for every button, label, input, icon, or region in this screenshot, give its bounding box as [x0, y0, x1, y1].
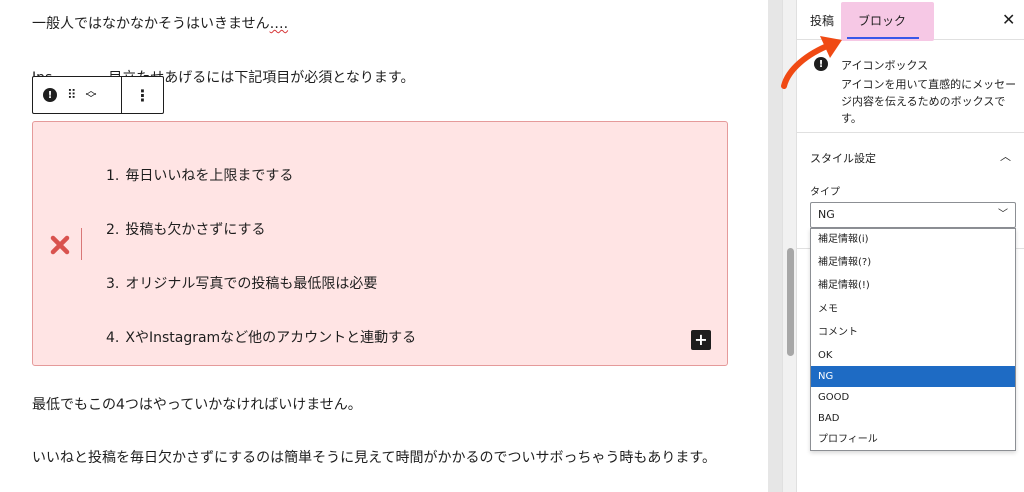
dropdown-option[interactable]: 補足情報(i) [811, 229, 1015, 250]
type-label: タイプ [810, 187, 840, 198]
toolbar-group-block: ! ⠿ ︿ ﹀ [33, 77, 122, 113]
more-options-button[interactable]: ⋮ [135, 86, 151, 105]
drag-handle-button[interactable]: ⠿ [67, 88, 76, 103]
editor-window: 一般人ではなかなかそうはいきません…. Ins 目立たせあげるには下記項目が必須… [0, 0, 1024, 492]
type-dropdown-list: 補足情報(i) 補足情報(?) 補足情報(!) メモ コメント OK NG GO… [810, 228, 1016, 451]
paragraph-3[interactable]: 最低でもこの4つはやっていかなければいけません。 [32, 398, 362, 412]
list-number: 3. [106, 276, 120, 292]
panel-divider [797, 132, 1024, 133]
annotation-arrow [781, 36, 842, 89]
paragraph-1-ellipsis: …. [269, 16, 289, 32]
paragraph-4[interactable]: いいねと投稿を毎日欠かさずにするのは簡単そうに見えて時間がかかるのでついサボっち… [32, 444, 732, 473]
editor-canvas: 一般人ではなかなかそうはいきません…. Ins 目立たせあげるには下記項目が必須… [0, 0, 768, 492]
dropdown-option[interactable]: 補足情報(?) [811, 252, 1015, 273]
paragraph-1[interactable]: 一般人ではなかなかそうはいきません…. [32, 17, 288, 31]
chevron-up-icon[interactable]: ︿ [1000, 148, 1011, 164]
block-card-title: アイコンボックス [841, 59, 929, 72]
list-number: 4. [106, 330, 120, 346]
cross-icon [50, 235, 70, 255]
drag-handle-icon: ⠿ [67, 87, 76, 103]
block-type-button[interactable]: ! [43, 88, 57, 102]
dropdown-option[interactable]: GOOD [811, 387, 1015, 408]
dropdown-option[interactable]: メモ [811, 299, 1015, 320]
list-number: 2. [106, 222, 120, 238]
active-tab-indicator [847, 37, 919, 39]
close-icon[interactable]: ✕ [1002, 10, 1015, 29]
type-select[interactable]: NG ﹀ [810, 202, 1016, 228]
style-panel-title[interactable]: スタイル設定 [810, 150, 876, 166]
list-text: 投稿も欠かさずにする [125, 222, 266, 238]
list-item[interactable]: 1. 毎日いいねを上限までする [106, 165, 293, 185]
tab-block[interactable]: ブロック [858, 12, 906, 29]
dropdown-option[interactable]: BAD [811, 408, 1015, 429]
list-item[interactable]: 2. 投稿も欠かさずにする [106, 219, 266, 239]
block-toolbar: ! ⠿ ︿ ﹀ ⋮ [32, 76, 164, 114]
list-item[interactable]: 3. オリジナル写真での投稿も最低限は必要 [106, 273, 377, 293]
dropdown-option[interactable]: 補足情報(!) [811, 275, 1015, 296]
exclamation-icon: ! [43, 88, 57, 102]
block-card-description: アイコンを用いて直感的にメッセージ内容を伝えるためのボックスです。 [841, 78, 1017, 125]
list-item[interactable]: 4. XやInstagramなど他のアカウントと連動する [106, 327, 416, 347]
list-text: 毎日いいねを上限までする [125, 168, 294, 184]
chevron-down-icon: ﹀ [998, 209, 1008, 220]
dropdown-option[interactable]: OK [811, 345, 1015, 366]
more-options-icon: ⋮ [134, 85, 151, 105]
canvas-scrollbar-thumb[interactable] [787, 248, 794, 356]
toolbar-group-options: ⋮ [122, 77, 163, 113]
move-up-down-button[interactable]: ︿ ﹀ [86, 85, 97, 104]
block-inserter-button[interactable]: + [691, 330, 711, 350]
list-number: 1. [106, 168, 120, 184]
icon-box-block[interactable]: 1. 毎日いいねを上限までする 2. 投稿も欠かさずにする 3. オリジナル写真での投… [32, 121, 728, 366]
plus-icon: + [694, 330, 708, 349]
icon-divider [81, 228, 82, 260]
dropdown-option[interactable]: プロフィール [811, 429, 1015, 450]
list-text: オリジナル写真での投稿も最低限は必要 [125, 276, 378, 292]
chevron-down-icon[interactable]: ﹀ [86, 93, 97, 104]
dropdown-option-selected[interactable]: NG [811, 366, 1015, 387]
dropdown-option[interactable]: コメント [811, 322, 1015, 343]
type-select-value: NG [818, 208, 835, 221]
tab-post[interactable]: 投稿 [810, 12, 834, 29]
paragraph-1-text: 一般人ではなかなかそうはいきません [32, 16, 270, 32]
list-text: XやInstagramなど他のアカウントと連動する [125, 330, 417, 346]
